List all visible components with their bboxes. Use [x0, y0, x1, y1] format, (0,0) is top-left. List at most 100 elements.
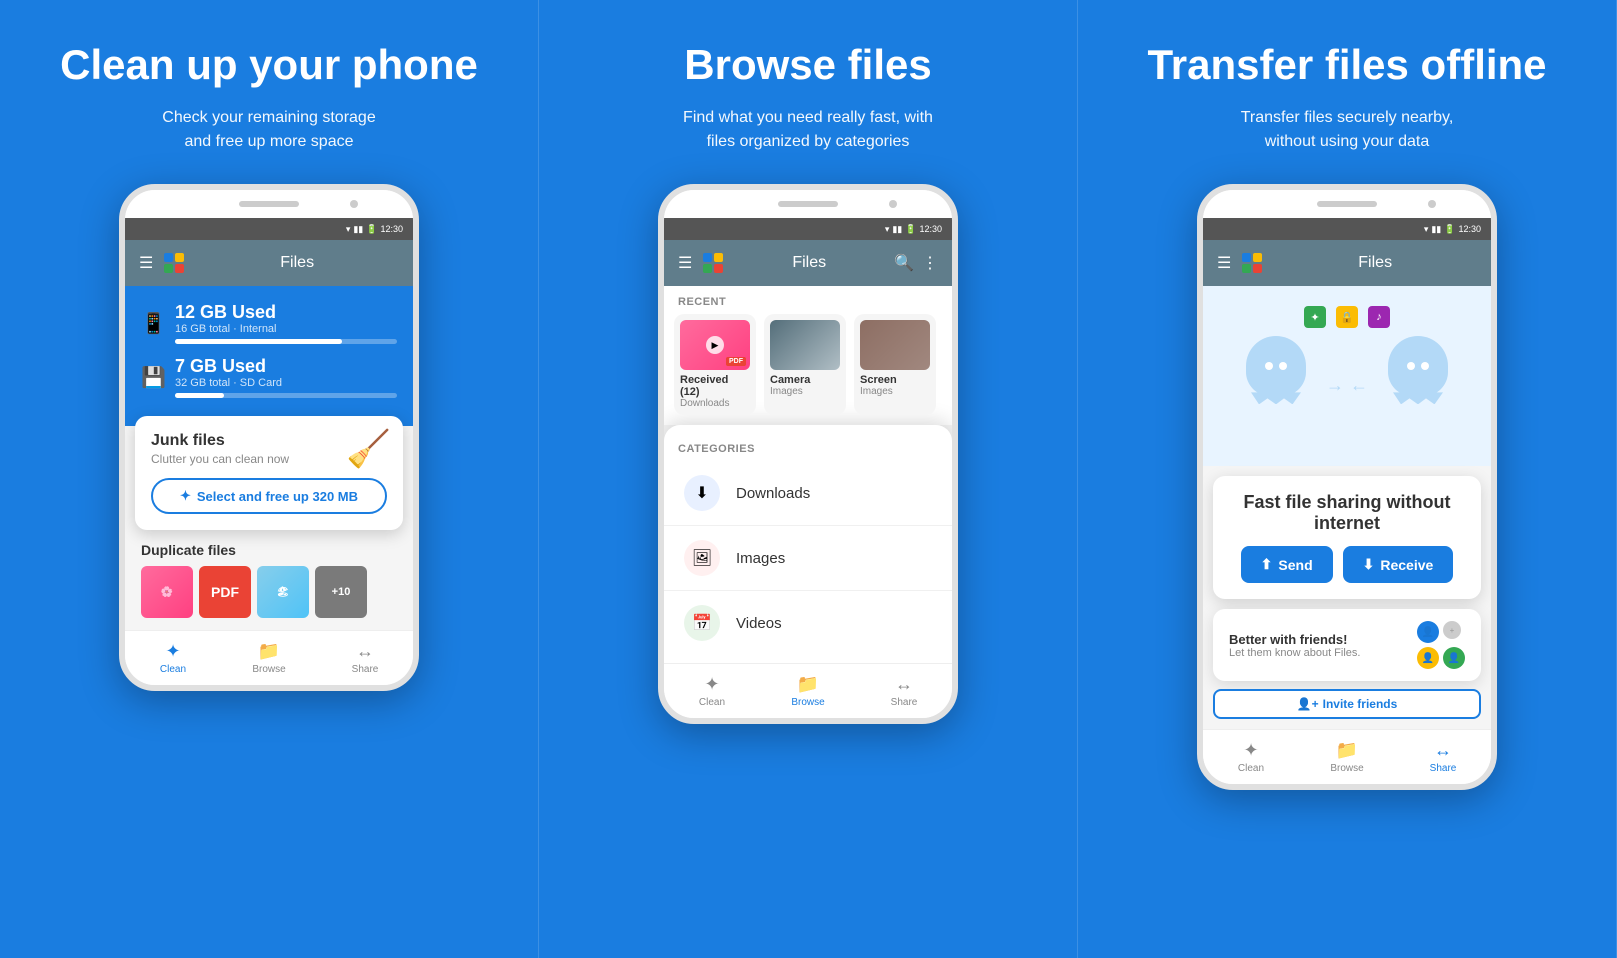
share-buttons: ⬆ Send ⬇ Receive: [1229, 546, 1465, 583]
signal-icon: ▮▮: [353, 224, 363, 235]
avatar-row-1: 👤 +: [1417, 621, 1465, 643]
app-logo-1: [163, 252, 185, 274]
recent-grid: ▶ PDF Received (12) Downloads Camera Ima…: [664, 314, 952, 425]
avatar-row-2: 👤 👤: [1417, 647, 1465, 669]
nav-clean-label-1: Clean: [160, 664, 186, 675]
receive-label: Receive: [1380, 557, 1433, 573]
phone-3-inner: ▾ ▮▮ 🔋 12:30 ☰: [1203, 190, 1491, 784]
bottom-nav-1: ✦ Clean 📁 Browse ↔ Share: [125, 630, 413, 685]
panel1-title: Clean up your phone: [60, 40, 478, 90]
time-display-2: 12:30: [919, 224, 942, 234]
bottom-nav-3: ✦ Clean 📁 Browse ↔ Share: [1203, 729, 1491, 784]
nav-clean-3[interactable]: ✦ Clean: [1203, 736, 1299, 778]
pdf-badge: PDF: [726, 357, 746, 366]
receive-button[interactable]: ⬇ Receive: [1343, 546, 1454, 583]
category-videos[interactable]: 📅 Videos: [664, 591, 952, 655]
images-icon: 🖼: [684, 540, 720, 576]
nav-browse-3[interactable]: 📁 Browse: [1299, 736, 1395, 778]
free-up-button[interactable]: ✦ Select and free up 320 MB: [151, 478, 387, 514]
categories-card: CATEGORIES ⬇ Downloads 🖼 Images 📅 Videos: [664, 425, 952, 663]
cat-downloads-label: Downloads: [736, 485, 810, 502]
avatar-2: 👤: [1417, 647, 1439, 669]
ghosts-illustration: → ←: [1246, 336, 1448, 396]
more-icon[interactable]: ⋮: [922, 253, 938, 273]
storage-info-internal: 12 GB Used 16 GB total · Internal: [175, 302, 397, 344]
app-logo-2: [702, 252, 724, 274]
recent-sub-camera: Images: [770, 386, 840, 397]
nav-browse-2[interactable]: 📁 Browse: [760, 670, 856, 712]
hamburger-icon-3[interactable]: ☰: [1217, 253, 1231, 273]
camera-2: [889, 200, 897, 208]
recent-card-received[interactable]: ▶ PDF Received (12) Downloads: [674, 314, 756, 415]
browse-icon-3: 📁: [1336, 740, 1358, 761]
panel-cleanup: Clean up your phone Check your remaining…: [0, 0, 539, 958]
category-downloads[interactable]: ⬇ Downloads: [664, 461, 952, 526]
storage-bar-bg-1: [175, 339, 397, 344]
panel-transfer: Transfer files offline Transfer files se…: [1078, 0, 1617, 958]
nav-share-2[interactable]: ↔ Share: [856, 670, 952, 712]
free-up-label: Select and free up 320 MB: [197, 489, 358, 504]
send-button[interactable]: ⬆ Send: [1241, 546, 1333, 583]
app-bar-icons-2: 🔍 ⋮: [894, 253, 938, 273]
time-display-3: 12:30: [1458, 224, 1481, 234]
storage-item-internal: 📱 12 GB Used 16 GB total · Internal: [141, 302, 397, 344]
panel1-subtitle: Check your remaining storageand free up …: [162, 106, 375, 154]
hamburger-icon[interactable]: ☰: [139, 253, 153, 273]
avatar-1: 👤: [1417, 621, 1439, 643]
browse-icon-1: 📁: [258, 641, 280, 662]
recent-sub-screen: Images: [860, 386, 930, 397]
phone-mockup-1: ▾ ▮▮ 🔋 12:30 ☰: [119, 184, 419, 691]
invite-friends-button[interactable]: 👤+ Invite friends: [1213, 689, 1481, 719]
search-icon[interactable]: 🔍: [894, 253, 914, 273]
nav-browse-label-3: Browse: [1330, 763, 1363, 774]
app-name-2: Files: [734, 254, 884, 272]
nav-share-3[interactable]: ↔ Share: [1395, 736, 1491, 778]
nav-clean-2[interactable]: ✦ Clean: [664, 670, 760, 712]
nav-browse-1[interactable]: 📁 Browse: [221, 637, 317, 679]
share-icon-2: ↔: [895, 674, 913, 695]
transfer-illustration-area: ✦ 🔒 ♪ → ←: [1203, 286, 1491, 466]
storage-sub-internal: 16 GB total · Internal: [175, 323, 397, 335]
nav-browse-label-1: Browse: [252, 664, 285, 675]
browse-content: RECENT ▶ PDF Received (12) Downloads: [664, 286, 952, 425]
camera-1: [350, 200, 358, 208]
storage-item-sd: 💾 7 GB Used 32 GB total · SD Card: [141, 356, 397, 398]
category-images[interactable]: 🖼 Images: [664, 526, 952, 591]
friends-title: Better with friends!: [1229, 632, 1407, 647]
app-bar-3: ☰ Files: [1203, 240, 1491, 286]
add-person-icon: 👤+: [1297, 697, 1319, 711]
recent-card-screen[interactable]: Screen Images: [854, 314, 936, 415]
downloads-icon: ⬇: [684, 475, 720, 511]
phone-1-top: [125, 190, 413, 218]
junk-files-card: 🧹 Junk files Clutter you can clean now ✦…: [135, 416, 403, 530]
dup-thumb-1: 🌸: [141, 566, 193, 618]
recent-thumb-camera: [770, 320, 840, 370]
junk-icon: 🧹: [346, 428, 391, 470]
app-bar-2: ☰ Files 🔍 ⋮: [664, 240, 952, 286]
share-icon-1: ↔: [356, 641, 374, 662]
nav-clean-1[interactable]: ✦ Clean: [125, 637, 221, 679]
ghost-right: [1388, 336, 1448, 396]
clean-icon-2: ✦: [704, 674, 719, 695]
speaker-3: [1317, 201, 1377, 207]
panel2-title: Browse files: [684, 40, 931, 90]
panel2-subtitle: Find what you need really fast, withfile…: [683, 106, 933, 154]
duplicate-thumbs: 🌸 PDF 🏖 +10: [141, 566, 397, 618]
clean-icon: ✦: [165, 641, 180, 662]
categories-label: CATEGORIES: [664, 433, 952, 461]
app-name-3: Files: [1273, 254, 1477, 272]
cat-images-label: Images: [736, 550, 785, 567]
hamburger-icon-2[interactable]: ☰: [678, 253, 692, 273]
arrow-left-icon: ←: [1350, 375, 1368, 396]
camera-3: [1428, 200, 1436, 208]
app-name-1: Files: [195, 254, 399, 272]
recent-card-camera[interactable]: Camera Images: [764, 314, 846, 415]
nav-clean-label-3: Clean: [1238, 763, 1264, 774]
clean-icon-3: ✦: [1243, 740, 1258, 761]
ghost-left: [1246, 336, 1306, 396]
storage-sub-sd: 32 GB total · SD Card: [175, 377, 397, 389]
phone-mockup-3: ▾ ▮▮ 🔋 12:30 ☰: [1197, 184, 1497, 790]
status-bar-1: ▾ ▮▮ 🔋 12:30: [125, 218, 413, 240]
friends-avatars: 👤 + 👤 👤: [1417, 621, 1465, 669]
nav-share-1[interactable]: ↔ Share: [317, 637, 413, 679]
